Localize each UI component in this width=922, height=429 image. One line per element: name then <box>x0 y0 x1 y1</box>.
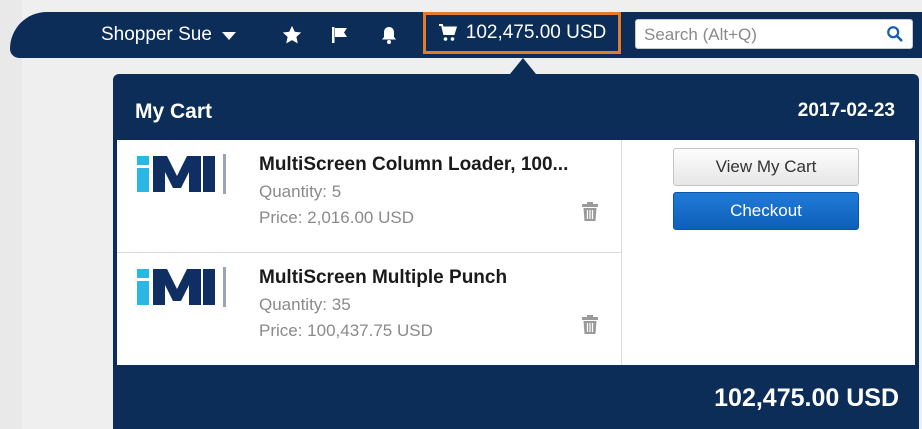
item-price: Price: 100,437.75 USD <box>259 321 433 340</box>
cart-footer-total: 102,475.00 USD <box>714 384 899 412</box>
page-left-strip <box>0 0 22 429</box>
item-quantity: Quantity: 5 <box>259 182 342 201</box>
dropdown-pointer <box>510 58 536 74</box>
checkout-button[interactable]: Checkout <box>673 192 859 230</box>
search-icon[interactable] <box>886 25 904 43</box>
view-my-cart-button[interactable]: View My Cart <box>673 148 859 186</box>
milliporesigma-logo <box>137 154 226 194</box>
item-quantity: Quantity: 35 <box>259 295 351 314</box>
star-icon[interactable] <box>279 12 305 58</box>
item-name[interactable]: MultiScreen Multiple Punch <box>259 267 619 289</box>
cart-date: 2017-02-23 <box>797 100 895 121</box>
cart-body: MultiScreen Column Loader, 100... Quanti… <box>117 140 915 365</box>
search-box <box>635 19 913 50</box>
flag-icon[interactable] <box>329 12 351 58</box>
item-price: Price: 2,016.00 USD <box>259 208 414 227</box>
search-input[interactable] <box>642 20 886 50</box>
user-menu[interactable]: Shopper Sue <box>101 12 236 58</box>
cart-total-button[interactable]: 102,475.00 USD <box>423 12 621 54</box>
bell-icon[interactable] <box>378 12 400 58</box>
cart-items-list: MultiScreen Column Loader, 100... Quanti… <box>117 140 622 365</box>
caret-down-icon <box>221 32 236 40</box>
trash-icon[interactable] <box>581 202 599 222</box>
milliporesigma-logo <box>137 267 226 307</box>
cart-dropdown-panel: My Cart 2017-02-23 MultiScreen Column Lo… <box>113 74 919 429</box>
user-name: Shopper Sue <box>101 24 212 45</box>
cart-title: My Cart <box>135 100 213 123</box>
item-name[interactable]: MultiScreen Column Loader, 100... <box>259 154 619 176</box>
cart-item: MultiScreen Column Loader, 100... Quanti… <box>117 140 621 252</box>
cart-icon <box>438 24 457 41</box>
trash-icon[interactable] <box>581 315 599 335</box>
cart-item: MultiScreen Multiple Punch Quantity: 35 … <box>117 252 621 365</box>
cart-total-label: 102,475.00 USD <box>465 22 607 43</box>
